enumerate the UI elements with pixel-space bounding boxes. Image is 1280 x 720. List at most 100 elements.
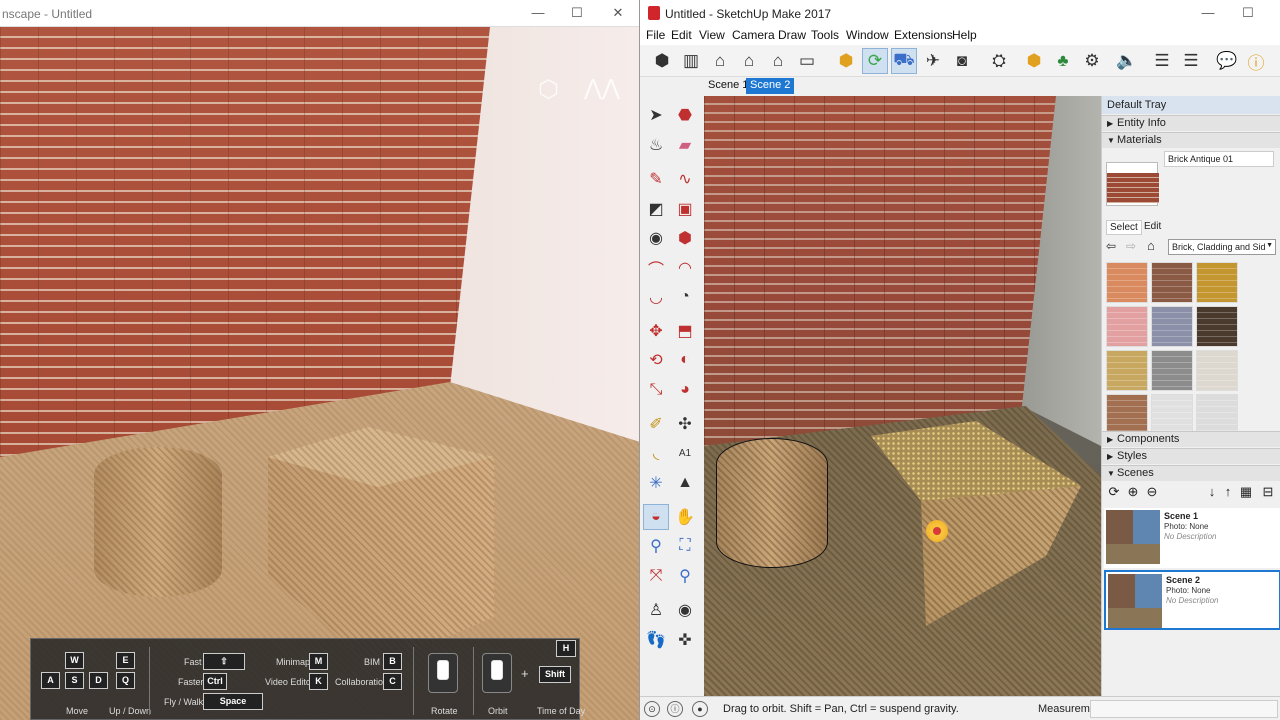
material-swatch[interactable] [1196, 262, 1238, 303]
move-scene-up-icon[interactable]: ↑ [1220, 484, 1236, 500]
close-button[interactable]: ✕ [607, 4, 629, 22]
look-around-icon[interactable]: ◉ [672, 597, 698, 623]
material-name-field[interactable]: Brick Antique 01 [1164, 151, 1274, 167]
details-icon[interactable]: ⊟ [1260, 484, 1276, 500]
front-view-icon[interactable]: ⌂ [707, 48, 733, 74]
text-tool-icon[interactable]: A1 [672, 440, 698, 466]
pie-icon[interactable]: ◔ [672, 284, 698, 310]
video-editor-icon[interactable]: ✈ [920, 48, 946, 74]
menu-camera[interactable]: Camera [732, 28, 775, 42]
two-point-arc-icon[interactable]: ◠ [672, 255, 698, 281]
offset-icon[interactable]: ◕ [672, 377, 698, 403]
zoom-extents-icon[interactable]: ⤧ [643, 563, 669, 589]
view-options-icon[interactable]: ▦ [1238, 484, 1254, 500]
material-swatch[interactable] [1151, 350, 1193, 391]
credits-icon[interactable]: ⓘ [667, 701, 683, 717]
material-swatch[interactable] [1106, 306, 1148, 347]
dimension-icon[interactable]: ✣ [672, 411, 698, 437]
update-scene-icon[interactable]: ⟳ [1106, 484, 1122, 500]
paint-bucket-icon[interactable]: ♨ [643, 132, 669, 158]
minimize-button[interactable]: — [527, 4, 549, 22]
iso-view-icon[interactable]: ⬢ [649, 48, 675, 74]
add-scene-icon[interactable]: ⊕ [1125, 484, 1141, 500]
scene-item-2[interactable]: Scene 2 Photo: None No Description [1104, 570, 1280, 630]
enscape-viewport[interactable]: ⬡ ⋀⋀ [0, 27, 639, 720]
export-icon[interactable]: ⬢ [1021, 48, 1047, 74]
materials-icon[interactable]: ⚙ [1079, 48, 1105, 74]
move-tool-icon[interactable]: ✥ [643, 318, 669, 344]
tab-select[interactable]: Select [1106, 220, 1142, 235]
forward-arrow-icon[interactable]: ⇨ [1126, 239, 1136, 253]
material-swatch[interactable] [1106, 262, 1148, 303]
tab-edit[interactable]: Edit [1144, 221, 1161, 232]
hide-help-key[interactable]: H [556, 640, 576, 657]
sync-updates-icon[interactable]: ⟳ [862, 48, 888, 74]
eraser-icon[interactable]: ▰ [672, 132, 698, 158]
move-scene-down-icon[interactable]: ↓ [1204, 484, 1220, 500]
axes-icon[interactable]: ✳ [643, 470, 669, 496]
material-swatch[interactable] [1151, 306, 1193, 347]
follow-me-icon[interactable]: ◐ [672, 347, 698, 373]
three-point-arc-icon[interactable]: ◡ [643, 284, 669, 310]
cube-icon[interactable]: ⬡ [538, 75, 566, 103]
material-swatch[interactable] [1151, 262, 1193, 303]
pan-tool-icon[interactable]: ✋ [672, 504, 698, 530]
cylinder-object[interactable] [716, 438, 828, 568]
sketchup-viewport[interactable] [704, 96, 1101, 696]
audio-icon[interactable]: 🔈 [1114, 48, 1140, 74]
polygon-icon[interactable]: ⬢ [672, 225, 698, 251]
zoom-window-icon[interactable]: ⛶ [672, 533, 698, 559]
menu-file[interactable]: File [646, 28, 665, 42]
feedback-icon[interactable]: 💬 [1214, 48, 1240, 74]
line-tool-icon[interactable]: ✎ [643, 166, 669, 192]
rotated-rectangle-icon[interactable]: ▣ [672, 196, 698, 222]
menu-help[interactable]: Help [952, 28, 977, 42]
scale-icon[interactable]: ⤡ [643, 377, 669, 403]
material-swatch[interactable] [1106, 350, 1148, 391]
menu-tools[interactable]: Tools [811, 28, 839, 42]
asset-library-icon[interactable]: ♣ [1050, 48, 1076, 74]
rectangle-icon[interactable]: ◩ [643, 196, 669, 222]
home-icon[interactable]: ⌂ [1147, 238, 1155, 253]
entity-info-header[interactable]: ▶ Entity Info [1102, 115, 1280, 131]
tab-scene-2[interactable]: Scene 2 [746, 78, 795, 94]
3d-text-icon[interactable]: ▲ [672, 470, 698, 496]
menu-view[interactable]: View [699, 28, 725, 42]
select-tool-icon[interactable]: ➤ [643, 102, 669, 128]
push-pull-icon[interactable]: ⬒ [672, 318, 698, 344]
freehand-icon[interactable]: ∿ [672, 166, 698, 192]
material-swatch[interactable] [1196, 350, 1238, 391]
collection-dropdown[interactable]: Brick, Cladding and Sid ▼ [1168, 239, 1276, 255]
back-view-icon[interactable]: ⌂ [765, 48, 791, 74]
styles-header[interactable]: ▶ Styles [1102, 448, 1280, 464]
arc-icon[interactable]: ⌒ [643, 255, 669, 281]
enscape-start-icon[interactable]: ⬢ [833, 48, 859, 74]
remove-scene-icon[interactable]: ⊖ [1144, 484, 1160, 500]
screenshot-icon[interactable]: ◙ [949, 48, 975, 74]
orbit-tool-icon[interactable]: ◒ [643, 504, 669, 530]
measurements-input[interactable] [1090, 700, 1278, 718]
top-view-icon[interactable]: ▥ [678, 48, 704, 74]
menu-extensions[interactable]: Extensions [894, 28, 953, 42]
maximize-button[interactable]: ☐ [1237, 4, 1259, 22]
walk-icon[interactable]: 👣 [643, 627, 669, 653]
section-plane-icon[interactable]: ✜ [672, 627, 698, 653]
scene-item-1[interactable]: Scene 1 Photo: None No Description [1104, 508, 1280, 568]
minimize-button[interactable]: — [1197, 4, 1219, 22]
zoom-icon[interactable]: ⚲ [643, 533, 669, 559]
maximize-button[interactable]: ☐ [566, 4, 588, 22]
geo-location-icon[interactable]: ⊙ [644, 701, 660, 717]
vr-headset-icon[interactable]: ⛭ [986, 48, 1012, 74]
protractor-icon[interactable]: ◟ [643, 440, 669, 466]
settings-icon[interactable]: ☰ [1149, 48, 1175, 74]
position-camera-icon[interactable]: ♙ [643, 597, 669, 623]
user-icon[interactable]: ● [692, 701, 708, 717]
sync-views-icon[interactable]: ⛟ [891, 48, 917, 74]
back-arrow-icon[interactable]: ⇦ [1106, 239, 1116, 253]
about-icon[interactable]: ⓘ [1243, 48, 1269, 74]
make-component-icon[interactable]: ⬣ [672, 102, 698, 128]
menu-window[interactable]: Window [846, 28, 889, 42]
rotate-tool-icon[interactable]: ⟲ [643, 347, 669, 373]
scenes-header[interactable]: ▼ Scenes [1102, 465, 1280, 481]
materials-header[interactable]: ▼ Materials [1102, 132, 1280, 148]
